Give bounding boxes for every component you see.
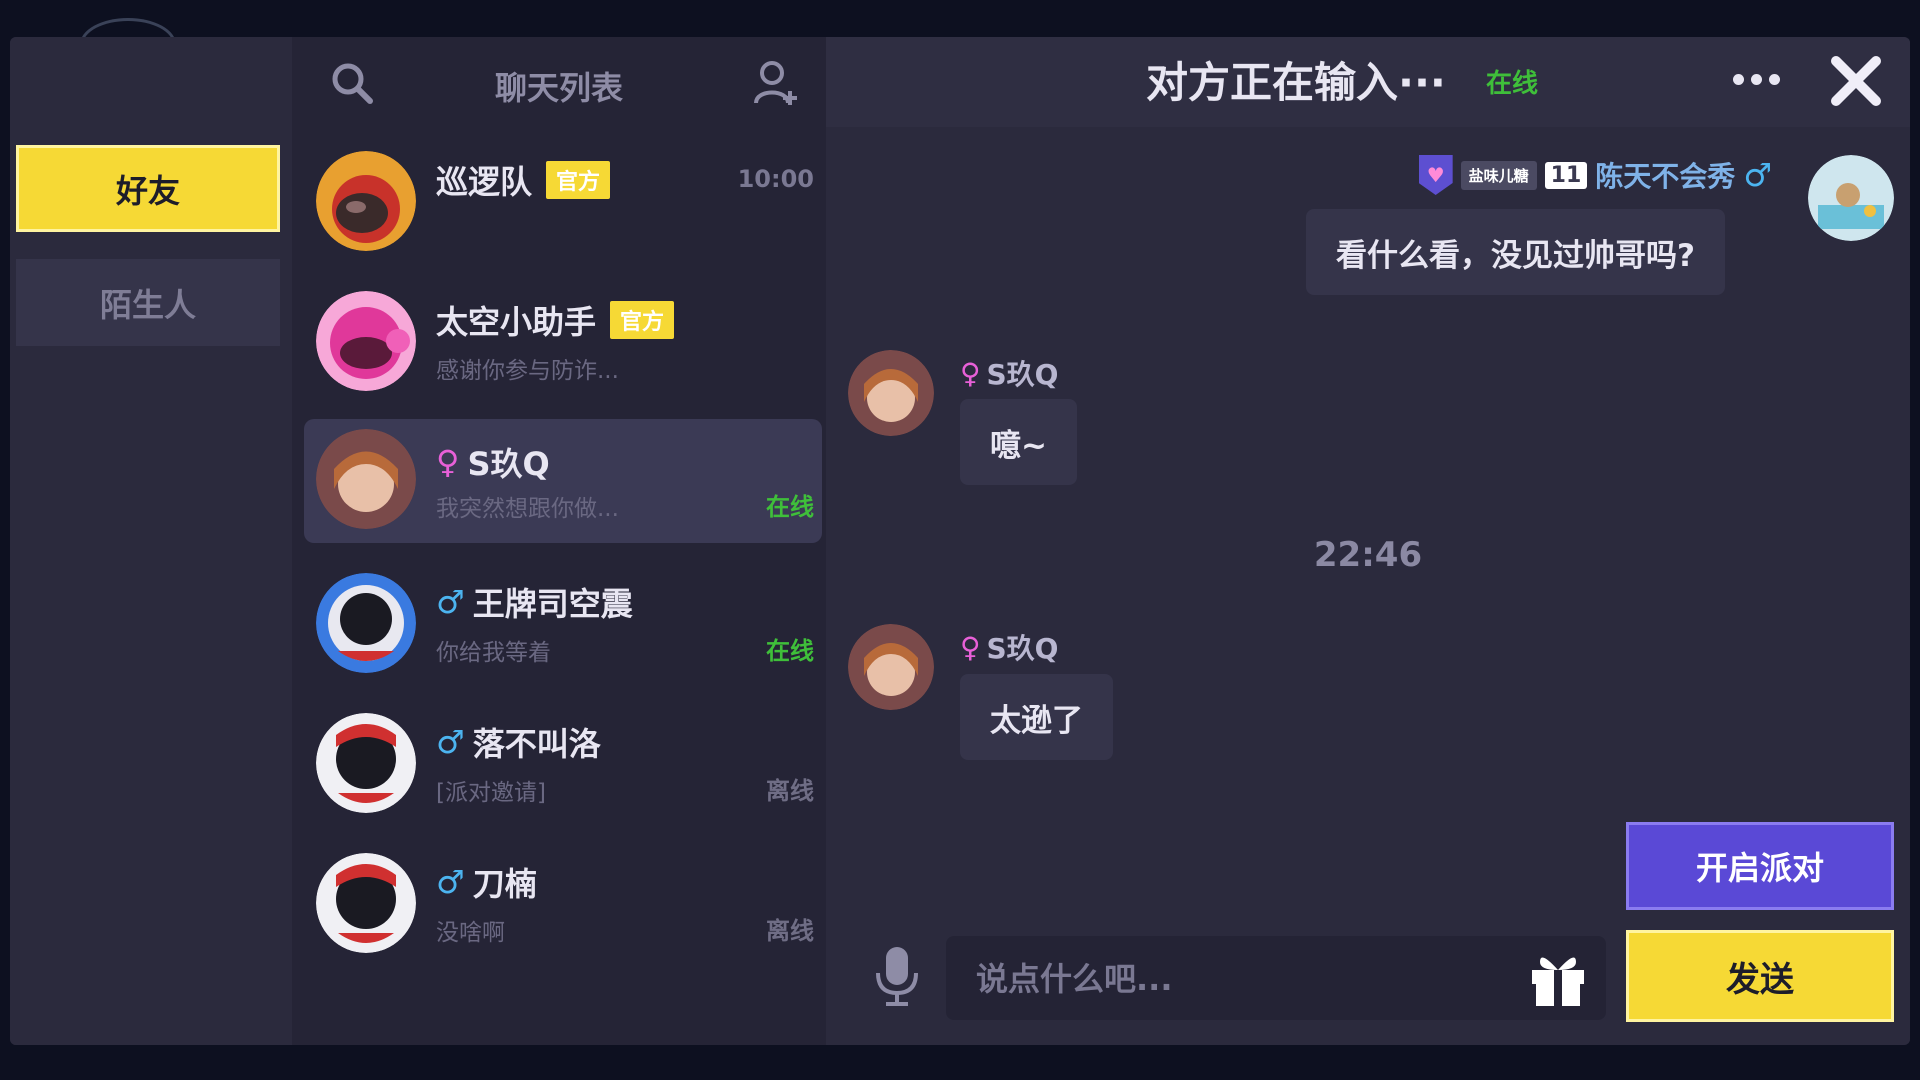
avatar bbox=[316, 713, 416, 813]
male-gender-icon: ♂ bbox=[1743, 156, 1772, 194]
list-item-wangpai[interactable]: ♂ 王牌司空震 你给我等着 在线 bbox=[304, 559, 822, 683]
received-message-bubble: 太逊了 bbox=[960, 674, 1113, 760]
contact-name: 巡逻队 官方 bbox=[436, 157, 611, 203]
chat-list: 聊天列表 巡逻队 官方 10:00 太空小助手 官方 感谢你参与防诈... ♀ … bbox=[292, 37, 826, 1045]
heart-badge-icon: ♥ bbox=[1418, 155, 1453, 195]
female-gender-icon: ♀ bbox=[960, 356, 981, 390]
contact-name-text: 落不叫洛 bbox=[472, 725, 601, 763]
male-gender-icon: ♂ bbox=[436, 723, 465, 761]
my-username: 陈天不会秀 bbox=[1595, 160, 1736, 193]
last-message-time: 10:00 bbox=[737, 165, 814, 193]
online-status: 在线 bbox=[766, 637, 814, 665]
my-message-bubble: 看什么看，没见过帅哥吗? bbox=[1306, 209, 1725, 295]
avatar bbox=[316, 853, 416, 953]
official-badge: 官方 bbox=[546, 161, 611, 199]
list-item-patrol[interactable]: 巡逻队 官方 10:00 bbox=[304, 137, 822, 261]
avatar bbox=[316, 291, 416, 391]
list-item-daonan[interactable]: ♂ 刀楠 没啥啊 离线 bbox=[304, 839, 822, 963]
more-options-button[interactable] bbox=[1726, 59, 1786, 99]
sender-name: ♀ S玖Q bbox=[960, 353, 1059, 393]
microphone-icon[interactable] bbox=[874, 945, 920, 1007]
avatar bbox=[316, 429, 416, 529]
received-message-bubble: 噫~ bbox=[960, 399, 1077, 485]
contact-name-text: 太空小助手 bbox=[436, 303, 597, 341]
sender-name-text: S玖Q bbox=[986, 358, 1059, 391]
female-gender-icon: ♀ bbox=[960, 630, 981, 664]
avatar bbox=[316, 151, 416, 251]
contact-name: 太空小助手 官方 bbox=[436, 297, 675, 343]
contact-name: ♂ 王牌司空震 bbox=[436, 579, 633, 625]
contact-name: ♂ 刀楠 bbox=[436, 859, 537, 905]
online-status: 在线 bbox=[1486, 69, 1539, 99]
message-timestamp: 22:46 bbox=[1313, 535, 1423, 575]
official-badge: 官方 bbox=[610, 301, 675, 339]
sender-name: ♀ S玖Q bbox=[960, 627, 1059, 667]
start-party-button[interactable]: 开启派对 bbox=[1626, 822, 1894, 910]
last-message-preview: 你给我等着 bbox=[436, 640, 551, 666]
contact-name-text: S玖Q bbox=[467, 445, 550, 483]
last-message-preview: 没啥啊 bbox=[436, 920, 505, 946]
tab-label: 好友 bbox=[115, 171, 180, 210]
contact-name: ♀ S玖Q bbox=[436, 439, 550, 485]
offline-status: 离线 bbox=[766, 917, 814, 945]
male-gender-icon: ♂ bbox=[436, 583, 465, 621]
tab-strangers[interactable]: 陌生人 bbox=[16, 259, 280, 346]
online-status: 在线 bbox=[766, 493, 814, 521]
sender-avatar[interactable] bbox=[848, 350, 934, 436]
send-button[interactable]: 发送 bbox=[1626, 930, 1894, 1022]
contact-name-text: 巡逻队 bbox=[436, 163, 533, 201]
contact-name-text: 刀楠 bbox=[472, 865, 537, 903]
sender-avatar[interactable] bbox=[848, 624, 934, 710]
last-message-preview: 感谢你参与防诈... bbox=[436, 358, 619, 384]
message-input-box bbox=[946, 936, 1606, 1022]
my-user-tag: ♥ 盐味儿糖 11 陈天不会秀 ♂ bbox=[1418, 155, 1772, 195]
conversation-header: 对方正在输入··· 在线 bbox=[826, 37, 1910, 127]
contact-name: ♂ 落不叫洛 bbox=[436, 719, 601, 765]
last-message-preview: [派对邀请] bbox=[436, 780, 546, 806]
female-gender-icon: ♀ bbox=[436, 443, 460, 481]
last-message-preview: 我突然想跟你做... bbox=[436, 496, 619, 522]
chat-list-title: 聊天列表 bbox=[494, 69, 623, 107]
category-tabs: 好友 陌生人 bbox=[10, 37, 292, 1045]
sender-name-text: S玖Q bbox=[986, 632, 1059, 665]
gift-icon[interactable] bbox=[1526, 948, 1590, 1008]
typing-indicator-title: 对方正在输入··· bbox=[1146, 58, 1446, 107]
close-icon[interactable] bbox=[1826, 51, 1886, 111]
message-input[interactable] bbox=[974, 936, 1498, 1022]
my-avatar[interactable] bbox=[1808, 155, 1894, 241]
avatar bbox=[316, 573, 416, 673]
level-badge: 11 bbox=[1544, 161, 1588, 189]
chat-list-header: 聊天列表 bbox=[292, 37, 826, 132]
list-item-space-assistant[interactable]: 太空小助手 官方 感谢你参与防诈... bbox=[304, 277, 822, 401]
offline-status: 离线 bbox=[766, 777, 814, 805]
tab-label: 陌生人 bbox=[99, 285, 196, 324]
add-friend-icon[interactable] bbox=[752, 59, 800, 107]
list-item-s9q[interactable]: ♀ S玖Q 我突然想跟你做... 在线 bbox=[304, 419, 822, 543]
tab-friends[interactable]: 好友 bbox=[16, 145, 280, 232]
title-tag: 盐味儿糖 bbox=[1460, 160, 1537, 190]
male-gender-icon: ♂ bbox=[436, 863, 465, 901]
chat-window: 好友 陌生人 聊天列表 巡逻队 官方 10:00 太空小助手 官方 感谢你参与防… bbox=[10, 37, 1910, 1045]
list-item-luobujiaoluo[interactable]: ♂ 落不叫洛 [派对邀请] 离线 bbox=[304, 699, 822, 823]
contact-name-text: 王牌司空震 bbox=[472, 585, 633, 623]
conversation-panel: 对方正在输入··· 在线 ♥ 盐味儿糖 11 陈天不会秀 ♂ 看什么看，没见过帅… bbox=[826, 37, 1910, 1045]
